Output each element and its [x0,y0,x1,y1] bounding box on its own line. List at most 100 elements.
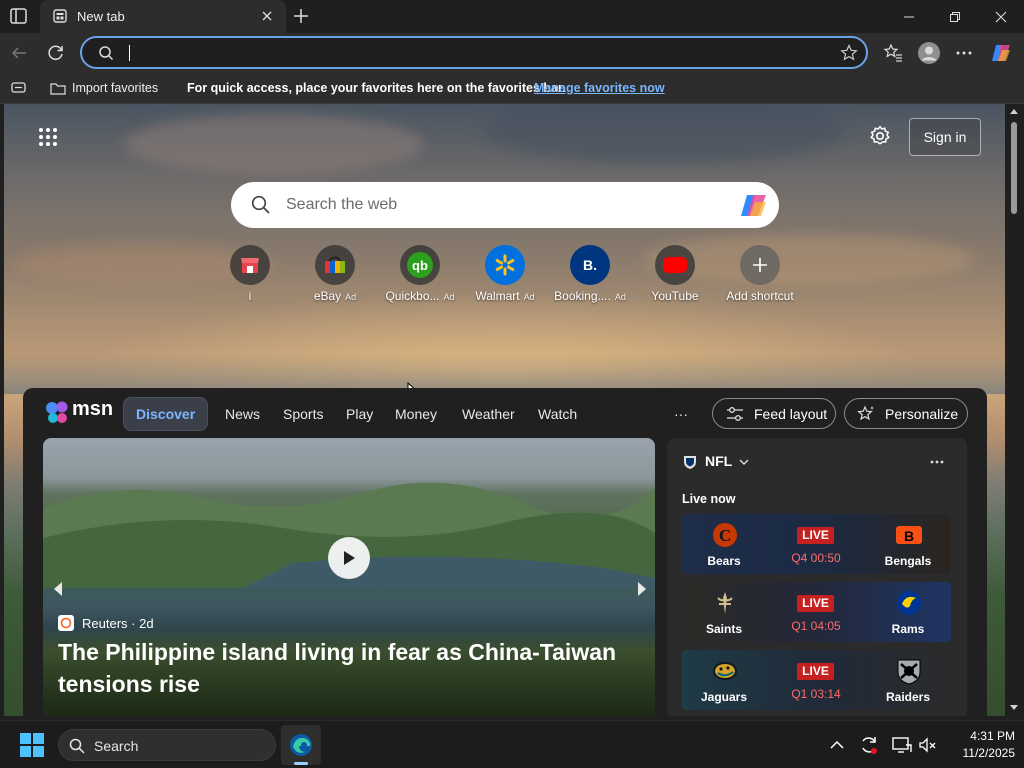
copilot-button[interactable] [989,41,1013,65]
close-icon [995,11,1007,22]
personalize-button[interactable]: Personalize [844,398,968,429]
feed-layout-button[interactable]: Feed layout [712,398,836,429]
shortcut-label: Quickbo... [385,289,440,303]
title-bar: New tab [0,0,1024,33]
next-slide-arrow-icon[interactable] [635,580,649,598]
personalize-label: Personalize [885,405,959,422]
away-team: Raiders [885,690,931,704]
volume-muted-icon[interactable] [918,736,938,754]
shortcut-store[interactable]: i [205,245,295,307]
previous-slide-arrow-icon[interactable] [51,580,65,598]
svg-text:B.: B. [583,257,597,273]
new-tab-page: Sign in Search the web i eBay Ad qb Quick… [4,104,1005,716]
back-button[interactable] [8,42,30,64]
svg-text:B: B [904,528,914,544]
msn-logo[interactable]: msn [45,398,113,426]
tab-money[interactable]: Money [395,397,437,431]
game-row[interactable]: Saints LIVE Q1 04:05 Rams [682,582,951,642]
shortcut-label: eBay [313,289,342,303]
tab-actions-icon[interactable] [10,8,27,24]
address-input[interactable] [126,42,826,64]
game-row[interactable]: C Bears LIVE Q4 00:50 B Bengals [682,514,951,574]
copilot-icon[interactable] [739,192,769,219]
home-team: Bears [707,554,741,568]
story-headline[interactable]: The Philippine island living in fear as … [58,636,638,700]
shortcut-add[interactable]: Add shortcut [715,245,805,307]
msn-feed-panel: msn Discover News Sports Play Money Weat… [23,388,987,716]
store-icon [230,245,270,285]
text-caret [129,45,130,61]
hero-story-card[interactable]: Reuters · 2d The Philippine island livin… [43,438,655,716]
youtube-icon [655,245,695,285]
raiders-logo-icon [897,659,921,685]
play-video-button[interactable] [328,537,370,579]
tab-sports[interactable]: Sports [283,397,323,431]
taskbar-date[interactable]: 11/2/2025 [944,746,1016,760]
tab-news[interactable]: News [225,397,260,431]
copilot-icon [992,45,1010,61]
nfl-shield-icon [684,456,696,469]
live-badge: LIVE [797,595,834,612]
more-tabs-button[interactable]: ··· [674,397,688,431]
web-search-box[interactable]: Search the web [231,182,779,228]
more-options-icon[interactable] [930,460,944,464]
settings-more-button[interactable] [953,42,975,64]
tab-weather[interactable]: Weather [462,397,515,431]
shortcut-walmart[interactable]: Walmart Ad [460,245,550,307]
import-icon[interactable] [50,81,66,95]
home-team: Saints [705,622,742,636]
page-settings-gear-icon[interactable] [869,125,891,147]
minimize-button[interactable] [886,0,932,33]
close-window-button[interactable] [978,0,1024,33]
address-bar[interactable] [80,36,868,69]
favorites-button[interactable] [882,42,904,64]
refresh-icon [48,45,63,60]
shortcut-ebay[interactable]: eBay Ad [290,245,380,307]
tab-discover[interactable]: Discover [123,397,209,431]
scroll-down-arrow-icon[interactable] [1009,704,1019,711]
restore-button[interactable] [932,0,978,33]
taskbar-time[interactable]: 4:31 PM [960,729,1015,743]
game-clock: Q1 04:05 [791,619,841,633]
svg-text:qb: qb [412,258,428,273]
back-arrow-icon [11,47,26,59]
shortcut-label: Add shortcut [726,289,794,303]
refresh-button[interactable] [45,42,67,64]
tab-new-tab[interactable]: New tab [40,0,286,33]
nfl-scores-card: NFL Live now C Bears LIVE Q4 00:50 B Ben… [667,438,967,716]
reading-mode-icon[interactable] [11,82,26,94]
more-dots-icon [956,51,972,55]
game-row[interactable]: Jaguars LIVE Q1 03:14 Raiders [682,650,951,710]
sign-in-button[interactable]: Sign in [909,118,981,156]
chevron-down-icon[interactable] [739,459,749,466]
away-team: Bengals [884,554,932,568]
profile-button[interactable] [917,41,941,65]
sync-icon[interactable] [859,735,879,755]
chevron-up-icon[interactable] [830,740,844,749]
display-icon[interactable] [892,736,912,754]
nfl-title[interactable]: NFL [705,453,732,469]
live-badge: LIVE [797,527,834,544]
sparkle-star-icon [857,405,874,421]
taskbar-search-box[interactable]: Search [58,729,276,761]
new-tab-plus-icon[interactable] [292,7,310,25]
edge-taskbar-button[interactable] [281,725,321,765]
favorite-star-icon[interactable] [840,44,858,62]
import-favorites-link[interactable]: Import favorites [72,81,158,95]
shortcut-youtube[interactable]: YouTube [630,245,720,307]
tab-play[interactable]: Play [346,397,373,431]
scroll-thumb[interactable] [1011,122,1017,214]
search-icon [99,46,114,61]
page-scrollbar[interactable] [1005,104,1024,716]
manage-favorites-link[interactable]: Manage favorites now [534,81,665,95]
app-launcher-icon[interactable] [38,127,58,147]
close-tab-icon[interactable] [260,9,274,23]
windows-start-icon[interactable] [20,733,44,757]
search-icon [69,738,85,754]
shortcut-booking[interactable]: B. Booking.... Ad [545,245,635,307]
taskbar-search-label: Search [94,738,139,754]
scroll-up-arrow-icon[interactable] [1009,108,1019,115]
tab-watch[interactable]: Watch [538,397,577,431]
shortcut-quickbooks[interactable]: qb Quickbo... Ad [375,245,465,307]
toolbar [0,33,1024,73]
